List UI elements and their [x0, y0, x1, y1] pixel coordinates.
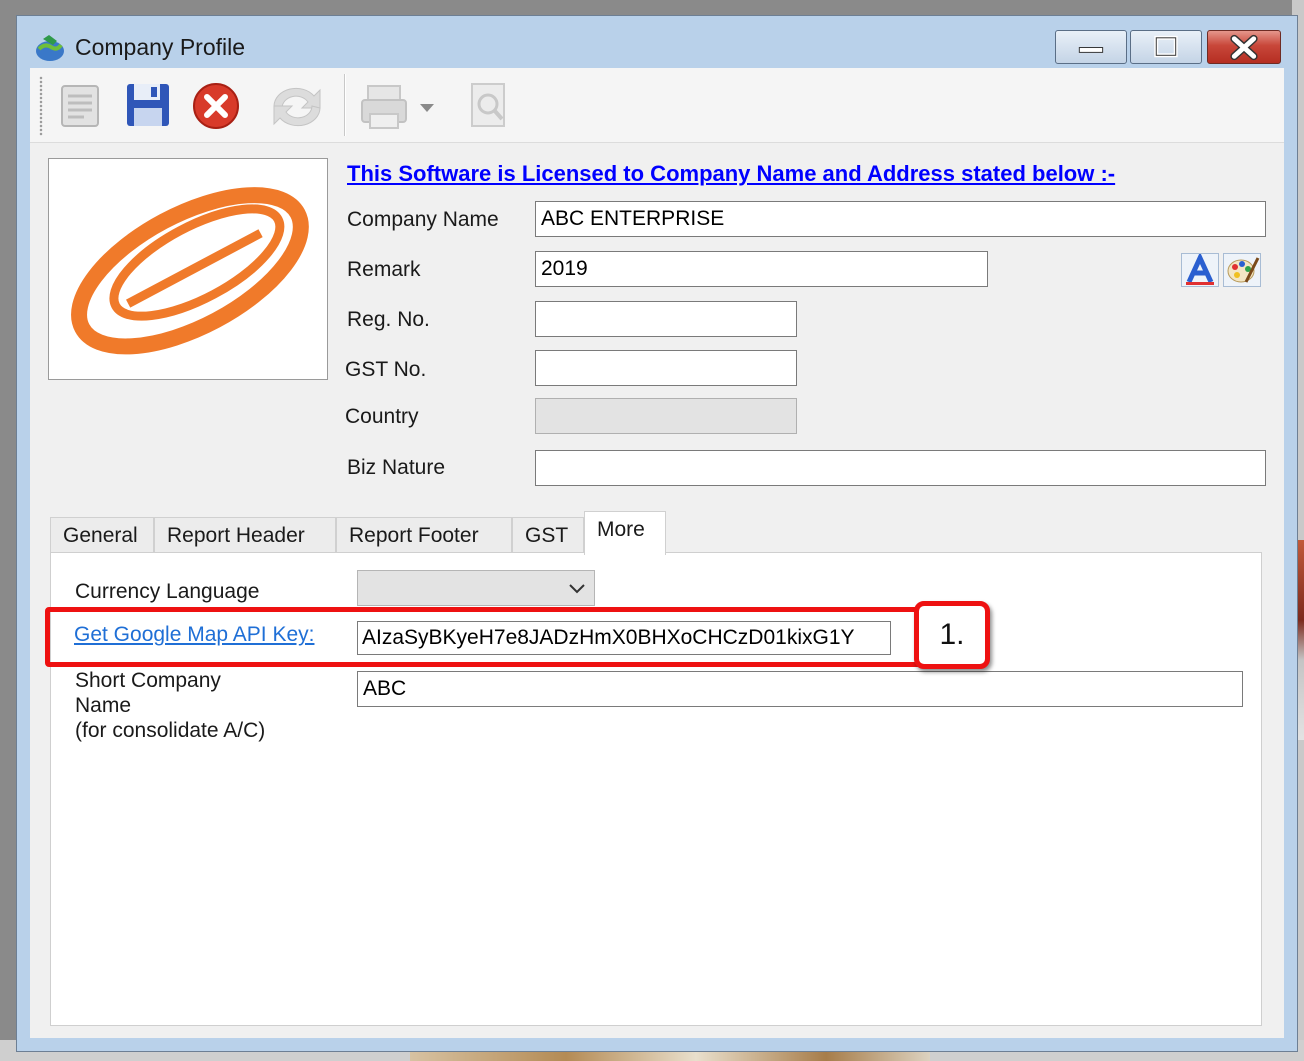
currency-language-label: Currency Language: [75, 580, 260, 603]
color-palette-button[interactable]: [1223, 253, 1261, 287]
font-style-button[interactable]: [1181, 251, 1219, 287]
license-notice-link[interactable]: This Software is Licensed to Company Nam…: [347, 161, 1115, 187]
refresh-arrows-icon[interactable]: [262, 76, 332, 134]
window-title: Company Profile: [75, 34, 246, 60]
tab-general[interactable]: General: [50, 517, 154, 553]
close-button[interactable]: [1207, 30, 1281, 64]
short-company-name-label: Short Company Name (for consolidate A/C): [75, 668, 265, 743]
title-bar[interactable]: Company Profile: [17, 16, 1297, 68]
printer-icon[interactable]: [358, 76, 448, 134]
short-company-name-label-line-2: Name: [75, 694, 132, 717]
tab-report-footer[interactable]: Report Footer: [336, 517, 512, 553]
close-icon: [1230, 34, 1258, 61]
toolbar: [30, 68, 1284, 143]
company-logo-frame[interactable]: [48, 158, 328, 380]
company-name-label: Company Name: [347, 208, 499, 231]
chevron-down-icon: [569, 584, 585, 594]
tab-report-header[interactable]: Report Header: [154, 517, 336, 553]
google-map-api-key-link[interactable]: Get Google Map API Key:: [74, 623, 314, 647]
company-name-field[interactable]: ABC ENTERPRISE: [535, 201, 1266, 237]
company-profile-window: Company Profile This Software is License…: [16, 15, 1298, 1052]
reg-no-field[interactable]: [535, 301, 797, 337]
reg-no-label: Reg. No.: [347, 308, 430, 331]
tab-more[interactable]: More: [584, 511, 666, 555]
maximize-button[interactable]: [1130, 30, 1202, 64]
cancel-x-icon[interactable]: [188, 76, 244, 134]
client-area: This Software is Licensed to Company Nam…: [30, 68, 1284, 1038]
palette-brush-icon: [1227, 257, 1260, 283]
gst-no-label: GST No.: [345, 358, 427, 381]
google-map-api-key-field[interactable]: AIzaSyBKyeH7e8JADzHmX0BHXoCHCzD01kixG1Y: [357, 621, 891, 655]
short-company-name-label-line-3: (for consolidate A/C): [75, 719, 266, 742]
minimize-icon: [1078, 47, 1104, 53]
country-label: Country: [345, 405, 419, 428]
minimize-button[interactable]: [1055, 30, 1127, 64]
toolbar-separator: [344, 74, 346, 136]
currency-language-select[interactable]: [357, 570, 595, 606]
biz-nature-field[interactable]: [535, 450, 1266, 486]
maximize-icon: [1154, 35, 1178, 58]
remark-field[interactable]: 2019: [535, 251, 988, 287]
short-company-name-label-line-1: Short Company: [75, 669, 221, 692]
country-field: [535, 398, 797, 434]
step-number-callout: 1.: [914, 601, 990, 669]
floppy-disk-icon[interactable]: [120, 76, 176, 134]
remark-label: Remark: [347, 258, 421, 281]
company-logo: [71, 187, 309, 355]
tab-gst[interactable]: GST: [512, 517, 584, 553]
print-preview-icon[interactable]: [460, 76, 516, 134]
font-a-icon: [1186, 251, 1214, 285]
toolbar-grip[interactable]: [39, 76, 43, 136]
short-company-name-field[interactable]: ABC: [357, 671, 1243, 707]
biz-nature-label: Biz Nature: [347, 456, 446, 479]
edit-document-icon[interactable]: [52, 76, 108, 134]
app-globe-icon: [36, 35, 64, 61]
gst-no-field[interactable]: [535, 350, 797, 386]
